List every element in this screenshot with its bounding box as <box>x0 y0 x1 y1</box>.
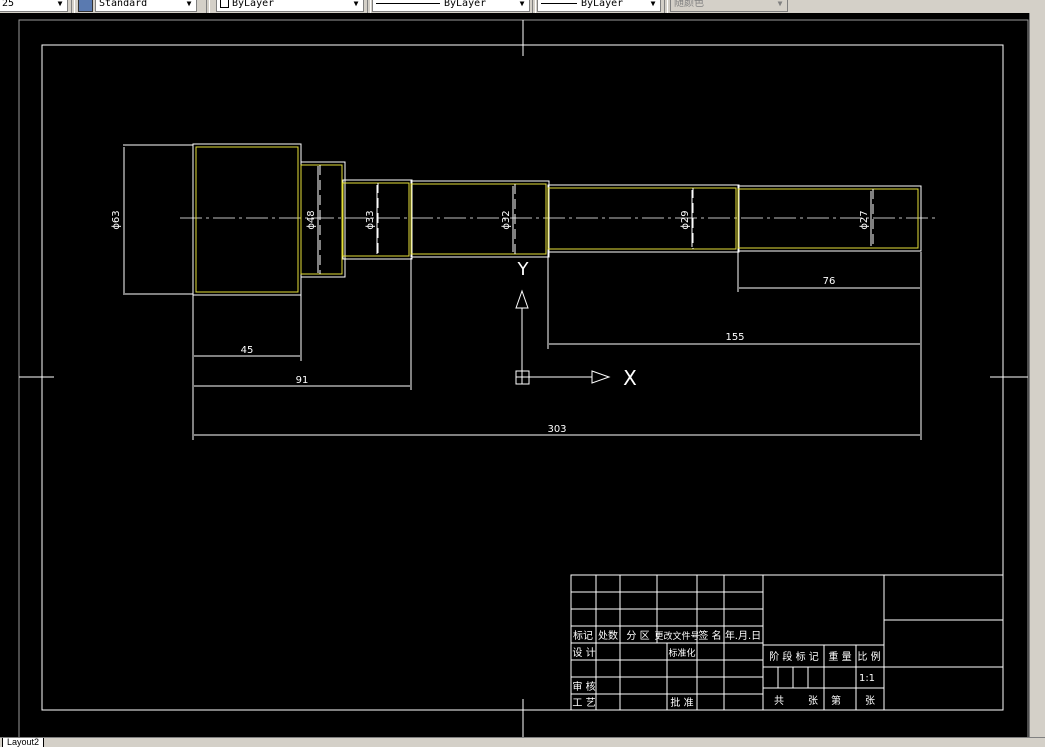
layout-tabs-bar: Layout2 <box>0 737 1045 747</box>
dimstyle-combo[interactable]: 25 ▼ <box>0 0 68 12</box>
dim-155: 155 <box>725 332 744 343</box>
dim-303: 303 <box>547 424 566 435</box>
dimstyle-value: 25 <box>2 0 15 9</box>
ucs-x-label: X <box>623 366 637 390</box>
vertical-scrollbar[interactable] <box>1029 13 1045 737</box>
textstyle-combo[interactable]: Standard ▼ <box>95 0 197 12</box>
shaft-segment-29 <box>547 184 740 253</box>
tb-date: 年.月.日 <box>725 629 761 642</box>
tb-count: 处数 <box>598 629 618 642</box>
dim-phi27: ϕ27 <box>859 210 870 229</box>
title-block <box>570 574 1004 711</box>
properties-toolbar: 25 ▼ Standard ▼ ByLayer ▼ ByLayer ▼ ByLa… <box>0 0 1045 14</box>
dim-phi32: ϕ32 <box>501 210 512 229</box>
toolbar-separator <box>532 0 536 13</box>
shaft-body <box>192 143 922 296</box>
toolbar-separator <box>206 0 210 13</box>
tb-scale-value: 1:1 <box>859 673 875 684</box>
ucs-icon <box>515 289 611 385</box>
diameter-dims <box>123 144 872 295</box>
lineweight-preview <box>541 2 577 4</box>
tb-sheets2: 张 <box>865 695 875 707</box>
tb-stage-mark: 阶 段 标 记 <box>769 650 819 663</box>
toolbar-separator <box>71 0 75 13</box>
shaft-segment-63-inner <box>195 146 299 293</box>
lineweight-combo[interactable]: ByLayer ▼ <box>537 0 661 12</box>
chevron-down-icon[interactable]: ▼ <box>54 0 66 10</box>
plotstyle-combo[interactable]: 随颜色 ▼ <box>670 0 788 12</box>
shaft-segment-27-inner <box>737 188 919 249</box>
tb-zone: 分 区 <box>626 630 649 642</box>
dim-45: 45 <box>241 345 254 356</box>
tb-scale: 比 例 <box>857 650 880 663</box>
drawing-svg: ϕ63 ϕ48 ϕ33 ϕ32 ϕ29 ϕ27 45 91 303 155 76… <box>18 19 1029 737</box>
drawing-canvas[interactable]: ϕ63 ϕ48 ϕ33 ϕ32 ϕ29 ϕ27 45 91 303 155 76… <box>0 13 1029 737</box>
tb-change-doc: 更改文件号 <box>654 630 699 642</box>
title-block-text: 标记 处数 分 区 更改文件号 签 名 年.月.日 设 计 标准化 阶 段 标 … <box>572 629 880 709</box>
chevron-down-icon: ▼ <box>777 0 783 8</box>
dim-phi33: ϕ33 <box>365 210 376 229</box>
tb-design: 设 计 <box>572 646 595 659</box>
chevron-down-icon[interactable]: ▼ <box>183 0 195 10</box>
shaft-segment-27 <box>737 185 922 252</box>
dim-phi48: ϕ48 <box>306 210 317 229</box>
shaft-segment-29-inner <box>547 187 737 250</box>
tab-layout2[interactable]: Layout2 <box>2 737 45 747</box>
linear-dims <box>192 252 922 440</box>
dim-91: 91 <box>296 375 309 386</box>
shaft-segment-32 <box>410 180 550 258</box>
color-swatch <box>220 0 229 8</box>
linetype-combo[interactable]: ByLayer ▼ <box>372 0 530 12</box>
shaft-segment-32-inner <box>410 183 547 255</box>
linetype-preview <box>376 2 440 4</box>
tb-mark: 标记 <box>573 630 593 642</box>
tb-sheets1: 张 <box>808 695 818 707</box>
paper-edge <box>18 19 1029 737</box>
dim-phi29: ϕ29 <box>680 210 691 229</box>
text-style-icon[interactable] <box>78 0 93 12</box>
tb-weight: 重 量 <box>828 650 851 663</box>
chevron-down-icon[interactable]: ▼ <box>647 0 659 10</box>
tb-review: 审 核 <box>572 680 595 693</box>
shaft-segment-63 <box>192 143 302 296</box>
tb-process: 工 艺 <box>572 697 595 709</box>
tab-layout2-label: Layout2 <box>7 737 40 747</box>
color-value: ByLayer <box>232 0 275 9</box>
tb-total: 共 <box>774 695 784 707</box>
toolbar-separator <box>664 0 668 13</box>
tb-standardize: 标准化 <box>668 647 695 659</box>
textstyle-value: Standard <box>99 0 148 9</box>
chevron-down-icon[interactable]: ▼ <box>350 0 362 10</box>
toolbar-separator <box>367 0 371 13</box>
tb-sign: 签 名 <box>698 629 721 642</box>
ucs-y-label: Y <box>517 259 530 280</box>
chevron-down-icon[interactable]: ▼ <box>516 0 528 10</box>
plotstyle-value: 随颜色 <box>674 0 704 9</box>
lineweight-value: ByLayer <box>581 0 624 9</box>
tb-approve: 批 准 <box>670 696 693 709</box>
dim-76: 76 <box>823 276 836 287</box>
tb-nth: 第 <box>831 694 841 707</box>
dim-phi63: ϕ63 <box>111 210 122 229</box>
shaft-segment-33-inner <box>342 182 410 257</box>
linetype-value: ByLayer <box>444 0 487 9</box>
color-combo[interactable]: ByLayer ▼ <box>216 0 364 12</box>
